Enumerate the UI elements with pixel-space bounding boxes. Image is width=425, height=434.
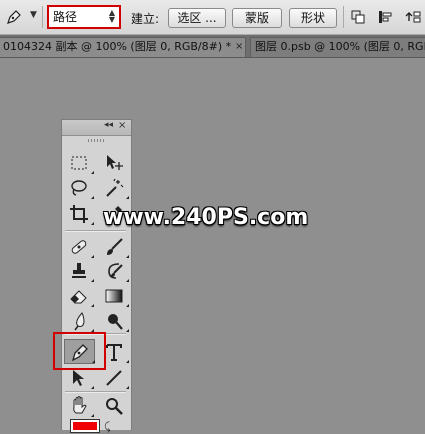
blur-tool[interactable] [68,310,94,332]
make-label: 建立: [131,12,160,26]
swap-colors-icon[interactable]: ⤹ [104,420,111,434]
options-bar: ▼ 路径 ▲ ▼ 建立: 选区 ... 蒙版 形状 [0,0,425,35]
horizontal-type-tool[interactable] [103,341,129,363]
watermark: www.240PS.com [103,205,309,230]
tab-close-icon[interactable]: × [235,38,243,56]
make-mask-button[interactable]: 蒙版 [232,8,282,28]
tool-group-separator [65,230,126,232]
path-arrangement-icon[interactable] [405,9,421,25]
close-panel-icon[interactable]: × [118,120,126,131]
separator [42,6,43,28]
line-tool[interactable] [103,367,129,389]
pen-tool-callout-box [53,332,106,370]
collapse-panel-icon[interactable]: ◂◂ [104,120,113,130]
separator [343,6,344,28]
document-tab-active[interactable]: 0104324 副本 @ 100% (图层 0, RGB/8#) * × [0,37,246,57]
panel-grip[interactable] [88,139,106,142]
history-brush-tool[interactable] [103,260,129,282]
spot-healing-brush-tool[interactable] [68,236,94,258]
dodge-tool[interactable] [103,310,129,332]
tab-label: 图层 0.psb @ 100% (图层 0, RGB/8) [255,40,425,53]
path-operations-icon[interactable] [350,9,366,25]
make-selection-button[interactable]: 选区 ... [168,8,226,28]
document-tab-bar: 0104324 副本 @ 100% (图层 0, RGB/8#) * × 图层 … [0,35,425,58]
zoom-tool[interactable] [103,395,125,417]
document-tab[interactable]: 图层 0.psb @ 100% (图层 0, RGB/8) [250,37,425,57]
path-alignment-icon[interactable] [377,9,393,25]
eraser-tool[interactable] [68,285,94,307]
path-selection-tool[interactable] [68,367,94,389]
tab-label: 0104324 副本 @ 100% (图层 0, RGB/8#) * [3,40,232,53]
make-shape-button[interactable]: 形状 [289,8,337,28]
gradient-tool[interactable] [103,285,129,307]
clone-stamp-tool[interactable] [68,260,94,282]
tool-group-separator [65,391,126,393]
select-arrows-icon: ▲ ▼ [108,8,115,24]
tool-preset-dropdown-icon[interactable]: ▼ [30,10,37,20]
brush-tool[interactable] [103,236,129,258]
foreground-color-swatch[interactable] [70,419,100,433]
pick-tool-mode-select[interactable]: 路径 ▲ ▼ [47,5,121,29]
move-tool[interactable] [103,152,125,174]
rectangular-marquee-tool[interactable] [68,152,94,174]
magic-wand-tool[interactable] [103,177,129,199]
lasso-tool[interactable] [68,177,94,199]
mode-value: 路径 [53,10,78,24]
tools-panel-header[interactable]: ◂◂ × [62,120,131,136]
pen-tool-preset-icon[interactable] [5,8,23,26]
crop-tool[interactable] [68,203,94,225]
hand-tool[interactable] [68,395,94,417]
